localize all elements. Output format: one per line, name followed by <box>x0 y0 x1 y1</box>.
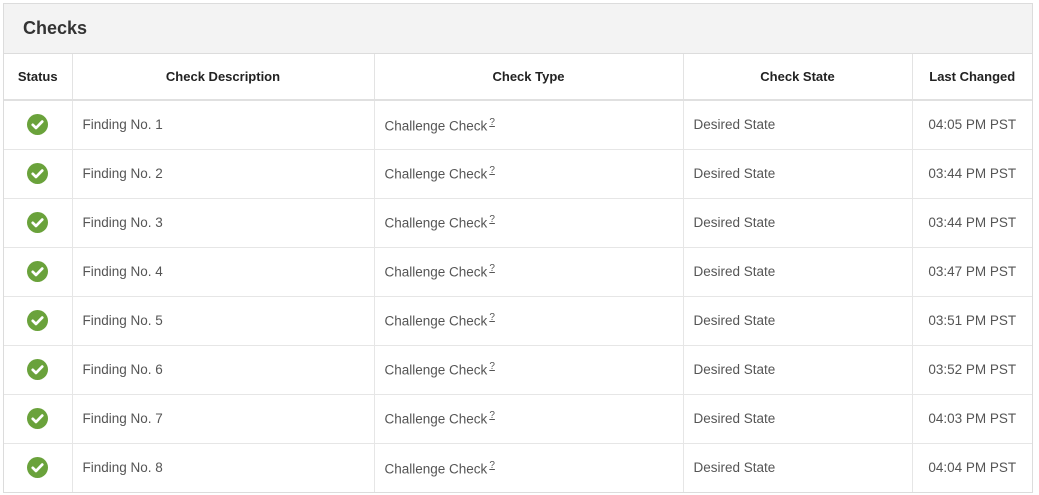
help-link[interactable]: ? <box>489 460 495 471</box>
last-changed: 04:03 PM PST <box>912 394 1032 444</box>
help-link[interactable]: ? <box>489 263 495 274</box>
help-link[interactable]: ? <box>489 410 495 421</box>
check-description: Finding No. 4 <box>72 247 375 297</box>
check-description: Finding No. 2 <box>72 149 375 199</box>
check-type: Challenge Check? <box>374 443 684 492</box>
check-description: Finding No. 1 <box>72 100 375 150</box>
last-changed: 03:47 PM PST <box>912 247 1032 297</box>
check-type-label: Challenge Check <box>384 215 488 231</box>
help-link[interactable]: ? <box>489 165 495 176</box>
check-state: Desired State <box>683 394 913 444</box>
status-cell <box>4 198 73 248</box>
help-link[interactable]: ? <box>489 312 495 323</box>
check-circle-icon <box>27 359 49 380</box>
last-changed: 03:44 PM PST <box>912 149 1032 199</box>
table-row: Finding No. 1 Challenge Check? Desired S… <box>4 100 1032 150</box>
table-row: Finding No. 8 Challenge Check? Desired S… <box>4 443 1032 492</box>
check-circle-icon <box>27 212 49 233</box>
check-state: Desired State <box>683 296 913 346</box>
table-row: Finding No. 5 Challenge Check? Desired S… <box>4 296 1032 346</box>
check-state: Desired State <box>683 247 913 297</box>
column-header-state[interactable]: Check State <box>683 54 913 101</box>
column-header-description[interactable]: Check Description <box>72 54 375 101</box>
panel-header: Checks <box>4 4 1032 54</box>
check-type: Challenge Check? <box>374 296 684 346</box>
check-state: Desired State <box>683 198 913 248</box>
check-circle-icon <box>27 310 49 331</box>
last-changed: 03:51 PM PST <box>912 296 1032 346</box>
status-cell <box>4 345 73 395</box>
check-description: Finding No. 7 <box>72 394 375 444</box>
check-circle-icon <box>27 114 49 136</box>
status-cell <box>4 247 73 297</box>
column-header-type[interactable]: Check Type <box>374 54 684 101</box>
table-row: Finding No. 4 Challenge Check? Desired S… <box>4 247 1032 297</box>
status-cell <box>4 100 73 150</box>
check-description: Finding No. 3 <box>72 198 375 248</box>
status-cell <box>4 394 73 444</box>
check-type-label: Challenge Check <box>384 166 488 182</box>
check-state: Desired State <box>683 443 913 492</box>
last-changed: 04:04 PM PST <box>928 460 1017 476</box>
check-type-label: Challenge Check <box>384 264 488 280</box>
last-changed: 04:05 PM PST <box>912 100 1032 150</box>
help-link[interactable]: ? <box>489 214 495 225</box>
check-description: Finding No. 5 <box>72 296 375 346</box>
table-row: Finding No. 3 Challenge Check? Desired S… <box>4 198 1032 248</box>
check-circle-icon <box>27 261 49 282</box>
check-type-label: Challenge Check <box>384 118 488 133</box>
help-link[interactable]: ? <box>489 361 495 372</box>
checks-panel: Checks Status Check Description Check Ty… <box>3 3 1033 493</box>
check-type-label: Challenge Check <box>384 362 488 378</box>
last-changed: 03:52 PM PST <box>912 345 1032 395</box>
check-type-label: Challenge Check <box>384 461 488 476</box>
table-header-row: Status Check Description Check Type Chec… <box>4 54 1032 101</box>
check-state: Desired State <box>683 149 913 199</box>
check-type: Challenge Check? <box>374 100 684 150</box>
check-circle-icon <box>27 457 49 479</box>
table-row: Finding No. 2 Challenge Check? Desired S… <box>4 149 1032 199</box>
column-header-status[interactable]: Status <box>4 54 73 101</box>
check-description: Finding No. 6 <box>72 345 375 395</box>
status-cell <box>4 296 73 346</box>
table-row: Finding No. 6 Challenge Check? Desired S… <box>4 345 1032 395</box>
check-type: Challenge Check? <box>374 149 684 199</box>
check-state: Desired State <box>683 345 913 395</box>
check-circle-icon <box>27 408 49 429</box>
column-header-last-changed[interactable]: Last Changed <box>912 54 1032 101</box>
check-type-label: Challenge Check <box>384 313 488 329</box>
panel-title: Checks <box>23 18 88 38</box>
help-link[interactable]: ? <box>489 117 495 128</box>
check-type: Challenge Check? <box>374 345 684 395</box>
status-cell <box>4 443 73 492</box>
status-cell <box>4 149 73 199</box>
checks-table: Status Check Description Check Type Chec… <box>4 54 1032 492</box>
check-type-label: Challenge Check <box>384 411 488 427</box>
last-changed: 03:44 PM PST <box>912 198 1032 248</box>
check-state: Desired State <box>683 100 913 150</box>
check-type: Challenge Check? <box>374 247 684 297</box>
check-type: Challenge Check? <box>374 198 684 248</box>
check-circle-icon <box>27 163 49 184</box>
check-type: Challenge Check? <box>374 394 684 444</box>
check-description: Finding No. 8 <box>72 443 375 492</box>
table-row: Finding No. 7 Challenge Check? Desired S… <box>4 394 1032 444</box>
